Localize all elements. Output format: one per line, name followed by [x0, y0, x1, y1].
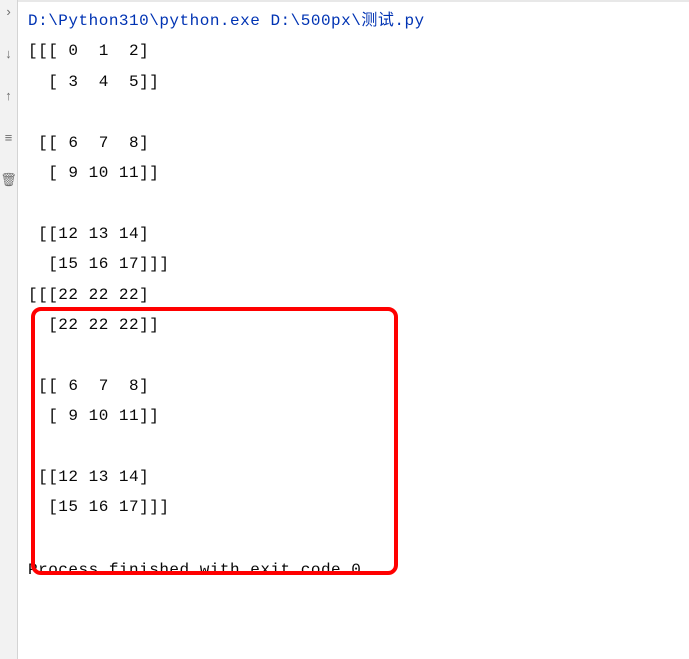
chevron-right-icon[interactable]: ›	[2, 5, 16, 19]
trash-icon[interactable]: 🗑	[2, 173, 16, 187]
console-gutter: › ↓ ↑ ≡ 🗑	[0, 0, 18, 659]
output-line: [[ 6 7 8]	[28, 128, 689, 158]
output-line: [15 16 17]]]	[28, 249, 689, 279]
output-line: [ 9 10 11]]	[28, 401, 689, 431]
command-line: D:\Python310\python.exe D:\500px\测试.py	[28, 6, 689, 36]
exit-status: Process finished with exit code 0	[28, 555, 689, 585]
output-line: [[[ 0 1 2]	[28, 36, 689, 66]
output-line	[28, 340, 689, 370]
output-line	[28, 523, 689, 553]
output-line: [[ 6 7 8]	[28, 371, 689, 401]
output-line: [[12 13 14]	[28, 219, 689, 249]
arrow-up-icon[interactable]: ↑	[2, 89, 16, 103]
equalizer-icon[interactable]: ≡	[2, 131, 16, 145]
output-line: [22 22 22]]	[28, 310, 689, 340]
output-line: [[[22 22 22]	[28, 280, 689, 310]
download-icon[interactable]: ↓	[2, 47, 16, 61]
output-line: [[12 13 14]	[28, 462, 689, 492]
output-line: [ 9 10 11]]	[28, 158, 689, 188]
output-line	[28, 97, 689, 127]
console-top-border	[18, 0, 689, 2]
output-line: [ 3 4 5]]	[28, 67, 689, 97]
console-output-area[interactable]: D:\Python310\python.exe D:\500px\测试.py […	[18, 0, 689, 659]
output-line	[28, 431, 689, 461]
output-line: [15 16 17]]]	[28, 492, 689, 522]
output-line	[28, 188, 689, 218]
